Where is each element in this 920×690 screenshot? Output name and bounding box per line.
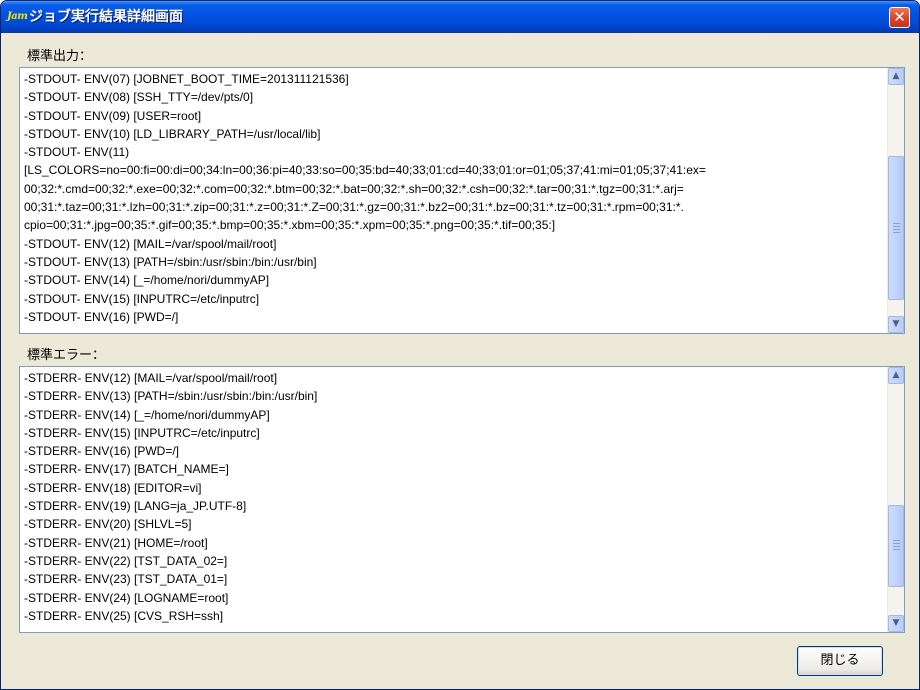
stdout-lines: -STDOUT- ENV(07) [JOBNET_BOOT_TIME=20131… <box>24 70 879 326</box>
stdout-textarea[interactable]: -STDOUT- ENV(07) [JOBNET_BOOT_TIME=20131… <box>19 67 905 334</box>
stdout-line: [LS_COLORS=no=00:fi=00:di=00;34:ln=00;36… <box>24 163 706 178</box>
chevron-down-icon: ▼ <box>892 319 900 329</box>
stderr-line: -STDERR- ENV(12) [MAIL=/var/spool/mail/r… <box>24 371 278 385</box>
app-logo-icon: Jam <box>7 11 28 22</box>
title-bar[interactable]: Jam ジョブ実行結果詳細画面 ✕ <box>1 1 919 33</box>
stderr-line: -STDERR- ENV(25) [CVS_RSH=ssh] <box>24 608 224 623</box>
stderr-line: -STDERR- ENV(24) [LOGNAME=root] <box>24 590 229 605</box>
stderr-line: -STDERR- ENV(23) [TST_DATA_01=] <box>24 572 228 587</box>
close-button[interactable]: 閉じる <box>797 646 883 676</box>
stdout-scroll-down-button[interactable]: ▼ <box>888 316 904 333</box>
stderr-scrollbar[interactable]: ▲ ▼ <box>887 367 904 632</box>
stderr-scroll-down-button[interactable]: ▼ <box>888 615 904 632</box>
stdout-line: -STDOUT- ENV(12) [MAIL=/var/spool/mail/r… <box>24 236 277 251</box>
stderr-line: -STDERR- ENV(20) [SHLVL=5] <box>24 517 192 532</box>
stderr-scroll-up-button[interactable]: ▲ <box>888 367 904 384</box>
stdout-line: -STDOUT- ENV(07) [JOBNET_BOOT_TIME=20131… <box>24 72 349 86</box>
stderr-line: -STDERR- ENV(19) [LANG=ja_JP.UTF-8] <box>24 499 247 514</box>
stderr-line: -STDERR- ENV(16) [PWD=/] <box>24 444 180 459</box>
stderr-textarea[interactable]: -STDERR- ENV(12) [MAIL=/var/spool/mail/r… <box>19 366 905 633</box>
stdout-line: -STDOUT- ENV(16) [PWD=/] <box>24 309 179 324</box>
stdout-line: cpio=00;31:*.jpg=00;35:*.gif=00;35:*.bmp… <box>24 218 556 233</box>
stderr-label: 標準エラー： <box>27 348 106 363</box>
window-close-button[interactable]: ✕ <box>889 7 910 28</box>
stderr-line: -STDERR- ENV(22) [TST_DATA_02=] <box>24 553 228 568</box>
stdout-label: 標準出力： <box>27 49 93 64</box>
stdout-line: -STDOUT- ENV(11) <box>24 145 130 160</box>
stdout-scroll-thumb[interactable] <box>888 156 904 300</box>
window-title: ジョブ実行結果詳細画面 <box>29 9 183 25</box>
dialog-window: Jam ジョブ実行結果詳細画面 ✕ 標準出力： -STDOUT- ENV(07)… <box>0 0 920 690</box>
stdout-scroll-up-button[interactable]: ▲ <box>888 68 904 85</box>
chevron-up-icon: ▲ <box>892 71 900 81</box>
chevron-down-icon: ▼ <box>892 618 900 628</box>
stdout-line: -STDOUT- ENV(13) [PATH=/sbin:/usr/sbin:/… <box>24 254 317 269</box>
stdout-line: 00;31:*.taz=00;31:*.lzh=00;31:*.zip=00;3… <box>24 200 684 215</box>
stderr-lines: -STDERR- ENV(12) [MAIL=/var/spool/mail/r… <box>24 369 879 625</box>
stderr-line: -STDERR- ENV(13) [PATH=/sbin:/usr/sbin:/… <box>24 389 318 404</box>
stdout-line: -STDOUT- ENV(08) [SSH_TTY=/dev/pts/0] <box>24 90 254 105</box>
stdout-line: 00;32:*.cmd=00;32:*.exe=00;32:*.com=00;3… <box>24 181 684 196</box>
stderr-line: -STDERR- ENV(17) [BATCH_NAME=] <box>24 462 229 477</box>
stderr-line: -STDERR- ENV(18) [EDITOR=vi] <box>24 480 202 495</box>
stderr-line: -STDERR- ENV(15) [INPUTRC=/etc/inputrc] <box>24 425 260 440</box>
stdout-line: -STDOUT- ENV(15) [INPUTRC=/etc/inputrc] <box>24 291 260 306</box>
stdout-scrollbar[interactable]: ▲ ▼ <box>887 68 904 333</box>
stderr-line: -STDERR- ENV(21) [HOME=/root] <box>24 535 208 550</box>
stdout-line: -STDOUT- ENV(10) [LD_LIBRARY_PATH=/usr/l… <box>24 126 321 141</box>
stdout-line: -STDOUT- ENV(14) [_=/home/nori/dummyAP] <box>24 273 270 288</box>
stdout-line: -STDOUT- ENV(09) [USER=root] <box>24 108 202 123</box>
chevron-up-icon: ▲ <box>892 370 900 380</box>
stderr-scroll-thumb[interactable] <box>888 505 904 587</box>
stderr-line: -STDERR- ENV(14) [_=/home/nori/dummyAP] <box>24 407 270 422</box>
